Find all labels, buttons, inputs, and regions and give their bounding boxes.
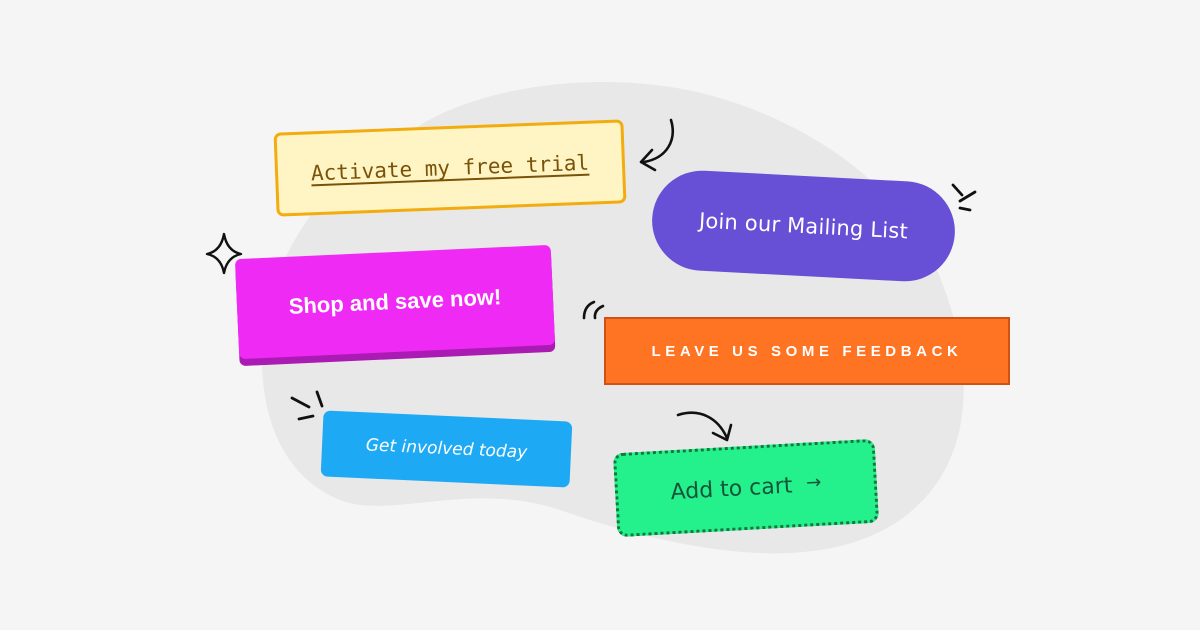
leave-feedback-label: LEAVE US SOME FEEDBACK	[651, 342, 963, 360]
get-involved-button[interactable]: Get involved today	[320, 410, 573, 488]
leave-feedback-button[interactable]: LEAVE US SOME FEEDBACK	[604, 317, 1010, 385]
activate-free-trial-button[interactable]: Activate my free trial	[273, 119, 627, 217]
shop-and-save-label: Shop and save now!	[288, 284, 502, 319]
join-mailing-list-label: Join our Mailing List	[698, 208, 909, 244]
add-to-cart-label: Add to cart	[669, 472, 794, 505]
join-mailing-list-button[interactable]: Join our Mailing List	[649, 168, 958, 284]
add-to-cart-button[interactable]: Add to cart →	[612, 438, 880, 538]
shop-and-save-button[interactable]: Shop and save now!	[234, 244, 556, 360]
arrow-right-icon: →	[805, 471, 822, 494]
activate-free-trial-label: Activate my free trial	[310, 150, 590, 186]
background-blob	[261, 81, 964, 554]
get-involved-label: Get involved today	[365, 435, 528, 463]
